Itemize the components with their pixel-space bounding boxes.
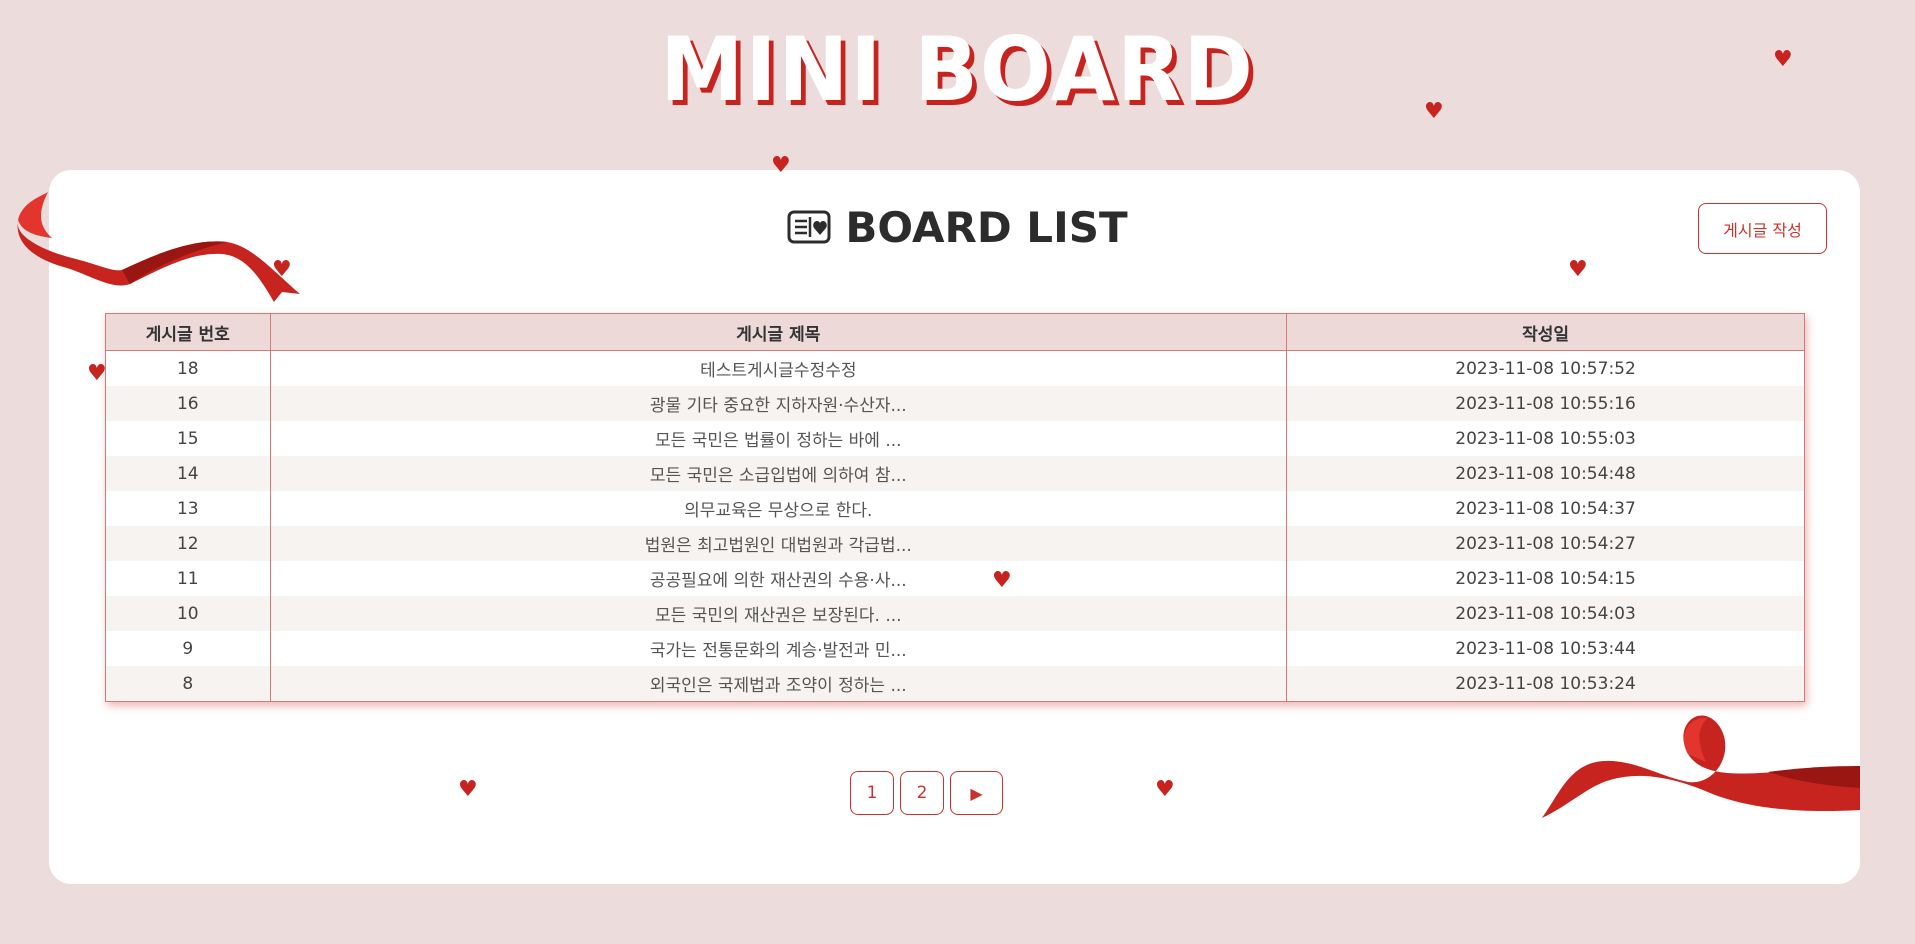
heart-icon: ♥ — [992, 568, 1012, 593]
table-row[interactable]: 9 국가는 전통문화의 계승·발전과 민... 2023-11-08 10:53… — [105, 631, 1805, 666]
board-heading: BOARD LIST — [0, 200, 1915, 256]
post-number: 13 — [105, 491, 271, 526]
table-row[interactable]: 16 광물 기타 중요한 지하자원·수산자... 2023-11-08 10:5… — [105, 386, 1805, 421]
board-list-icon — [787, 210, 831, 243]
pagination: 1 2 ▶ — [850, 771, 1003, 815]
post-title-link[interactable]: 외국인은 국제법과 조약이 정하는 ... — [270, 666, 1288, 702]
page-button-1[interactable]: 1 — [850, 771, 894, 815]
heart-icon: ♥ — [1424, 99, 1444, 124]
heart-icon: ♥ — [1568, 257, 1588, 282]
post-date: 2023-11-08 10:54:27 — [1286, 526, 1805, 561]
table-row[interactable]: 18 테스트게시글수정수정 2023-11-08 10:57:52 — [105, 350, 1805, 386]
play-icon: ▶ — [970, 783, 983, 803]
post-date: 2023-11-08 10:54:03 — [1286, 596, 1805, 631]
table-row[interactable]: 8 외국인은 국제법과 조약이 정하는 ... 2023-11-08 10:53… — [105, 666, 1805, 702]
post-title-link[interactable]: 국가는 전통문화의 계승·발전과 민... — [270, 631, 1288, 666]
page-button-2[interactable]: 2 — [900, 771, 944, 815]
post-title-link[interactable]: 모든 국민은 소급입법에 의하여 참... — [270, 456, 1288, 491]
next-page-button[interactable]: ▶ — [950, 771, 1003, 815]
post-title-link[interactable]: 공공필요에 의한 재산권의 수용·사... — [270, 561, 1288, 596]
table-row[interactable]: 12 법원은 최고법원인 대법원과 각급법... 2023-11-08 10:5… — [105, 526, 1805, 561]
post-date: 2023-11-08 10:55:03 — [1286, 421, 1805, 456]
table-header-row: 게시글 번호 게시글 제목 작성일 — [105, 313, 1805, 351]
post-date: 2023-11-08 10:53:44 — [1286, 631, 1805, 666]
post-number: 15 — [105, 421, 271, 456]
table-row[interactable]: 14 모든 국민은 소급입법에 의하여 참... 2023-11-08 10:5… — [105, 456, 1805, 491]
post-title-link[interactable]: 테스트게시글수정수정 — [270, 350, 1288, 386]
ribbon-decoration-right — [1542, 715, 1860, 818]
heart-icon: ♥ — [1155, 777, 1175, 802]
table-row[interactable]: 15 모든 국민은 법률이 정하는 바에 ... 2023-11-08 10:5… — [105, 421, 1805, 456]
column-header-number: 게시글 번호 — [105, 313, 271, 351]
post-date: 2023-11-08 10:53:24 — [1286, 666, 1805, 702]
heart-icon: ♥ — [458, 777, 478, 802]
post-number: 12 — [105, 526, 271, 561]
post-number: 10 — [105, 596, 271, 631]
post-number: 11 — [105, 561, 271, 596]
post-date: 2023-11-08 10:55:16 — [1286, 386, 1805, 421]
post-title-link[interactable]: 광물 기타 중요한 지하자원·수산자... — [270, 386, 1288, 421]
heart-icon: ♥ — [87, 361, 107, 386]
post-number: 8 — [105, 666, 271, 702]
heart-icon: ♥ — [1773, 47, 1793, 72]
post-number: 14 — [105, 456, 271, 491]
post-title-link[interactable]: 모든 국민은 법률이 정하는 바에 ... — [270, 421, 1288, 456]
board-table: 게시글 번호 게시글 제목 작성일 18 테스트게시글수정수정 2023-11-… — [105, 313, 1805, 702]
write-post-button[interactable]: 게시글 작성 — [1698, 203, 1827, 254]
board-heading-text: BOARD LIST — [845, 203, 1128, 252]
heart-icon: ♥ — [771, 153, 791, 178]
post-title-link[interactable]: 모든 국민의 재산권은 보장된다. ... — [270, 596, 1288, 631]
post-date: 2023-11-08 10:57:52 — [1286, 350, 1805, 386]
post-number: 18 — [105, 350, 271, 386]
table-row[interactable]: 13 의무교육은 무상으로 한다. 2023-11-08 10:54:37 — [105, 491, 1805, 526]
post-number: 9 — [105, 631, 271, 666]
post-title-link[interactable]: 의무교육은 무상으로 한다. — [270, 491, 1288, 526]
post-date: 2023-11-08 10:54:15 — [1286, 561, 1805, 596]
post-date: 2023-11-08 10:54:37 — [1286, 491, 1805, 526]
site-title: MINI BOARD — [660, 18, 1255, 121]
post-date: 2023-11-08 10:54:48 — [1286, 456, 1805, 491]
heart-icon: ♥ — [272, 257, 292, 282]
column-header-date: 작성일 — [1286, 313, 1805, 351]
table-row[interactable]: 10 모든 국민의 재산권은 보장된다. ... 2023-11-08 10:5… — [105, 596, 1805, 631]
column-header-title: 게시글 제목 — [270, 313, 1288, 351]
post-title-link[interactable]: 법원은 최고법원인 대법원과 각급법... — [270, 526, 1288, 561]
post-number: 16 — [105, 386, 271, 421]
table-row[interactable]: 11 공공필요에 의한 재산권의 수용·사... 2023-11-08 10:5… — [105, 561, 1805, 596]
